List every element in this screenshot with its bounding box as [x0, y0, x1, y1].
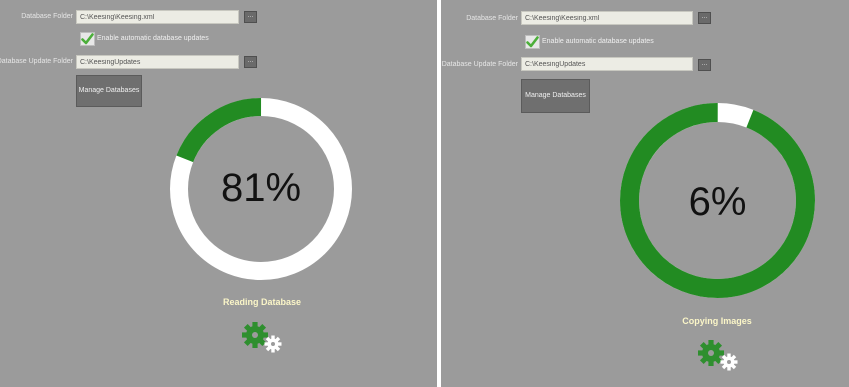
update-folder-label: Database Update Folder	[0, 58, 73, 65]
status-text: Copying Images	[682, 316, 752, 326]
progress-percent-text: 6%	[688, 180, 747, 224]
status-text: Reading Database	[222, 297, 302, 307]
auto-update-checkbox[interactable]	[525, 35, 540, 49]
gears-icon	[698, 340, 738, 371]
auto-update-label: Enable automatic database updates	[97, 35, 209, 42]
update-folder-label: Database Update Folder	[441, 61, 518, 68]
auto-update-checkbox[interactable]	[80, 32, 95, 46]
database-folder-label: Database Folder	[21, 13, 73, 20]
update-folder-browse-button[interactable]: ...	[698, 59, 711, 71]
update-folder-input[interactable]	[76, 55, 239, 69]
database-folder-input[interactable]	[521, 11, 693, 25]
check-icon	[81, 33, 94, 45]
check-icon	[526, 36, 539, 48]
manage-databases-button[interactable]: Manage Databases	[76, 75, 142, 107]
settings-screen-right: Database Folder ... Enable automatic dat…	[441, 0, 849, 387]
update-folder-browse-button[interactable]: ...	[244, 56, 257, 68]
progress-percent-text: 81%	[220, 166, 302, 210]
database-folder-label: Database Folder	[466, 15, 518, 22]
database-folder-input[interactable]	[76, 10, 239, 24]
manage-databases-button[interactable]: Manage Databases	[521, 79, 590, 113]
update-folder-input[interactable]	[521, 57, 693, 71]
settings-screen-left: Database Folder ... Enable automatic dat…	[0, 0, 437, 387]
database-folder-browse-button[interactable]: ...	[698, 12, 711, 24]
gears-icon	[242, 322, 282, 353]
database-folder-browse-button[interactable]: ...	[244, 11, 257, 23]
auto-update-label: Enable automatic database updates	[542, 38, 654, 45]
